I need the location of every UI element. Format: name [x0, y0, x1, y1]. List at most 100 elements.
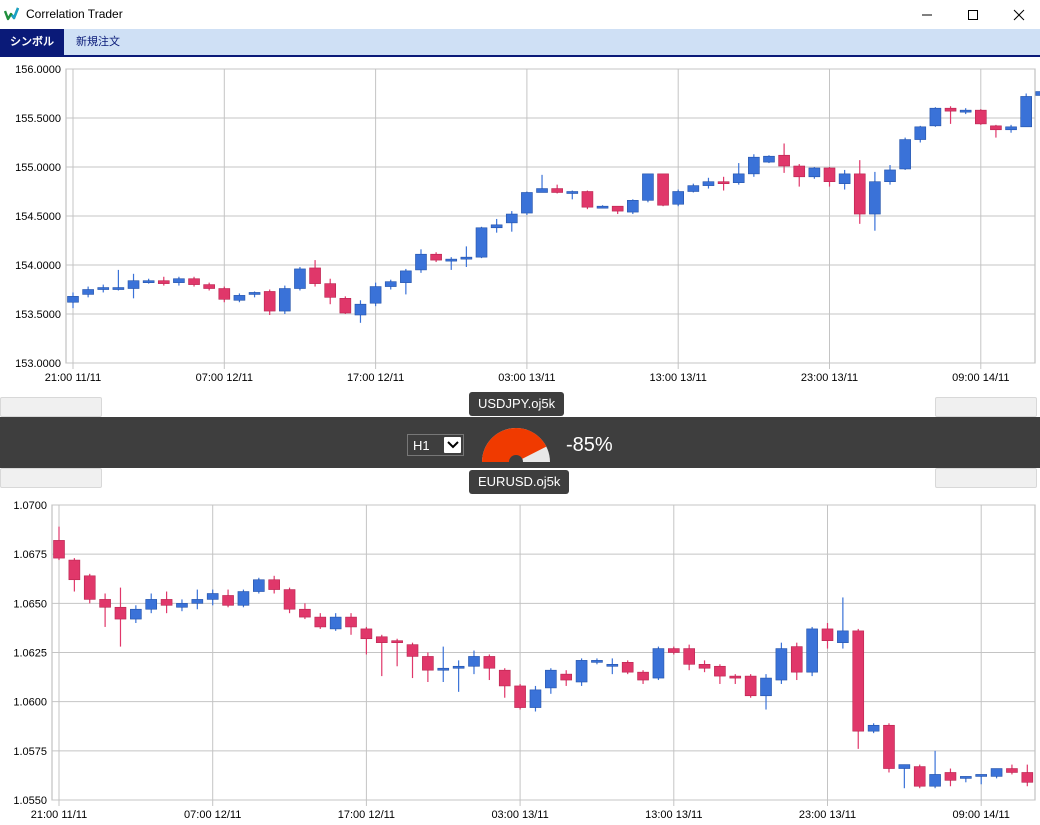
candle [657, 173, 669, 207]
candle [652, 646, 665, 681]
close-button[interactable] [996, 0, 1040, 29]
candle-body [299, 608, 311, 618]
candle-body [806, 628, 818, 673]
candle-body [729, 675, 742, 679]
candle [852, 628, 865, 749]
candle-body [627, 200, 639, 213]
eurusd-candlestick-chart[interactable]: 1.0550 1.0575 1.0600 1.0625 1.0650 1.0675 1.07… [0, 497, 1040, 825]
maximize-icon [968, 9, 978, 20]
x-tick-label: 03:00 13/11 [491, 809, 548, 821]
candle-body [475, 227, 488, 258]
tab-bar: シンボル 新規注文 [0, 29, 1040, 57]
candle-body [944, 772, 957, 781]
tab-symbol[interactable]: シンボル [0, 29, 64, 55]
candle-body [490, 224, 503, 229]
candle-body [869, 181, 881, 215]
candle-body [176, 603, 188, 608]
candle [748, 154, 760, 177]
candle-body [744, 675, 757, 697]
candle [475, 226, 488, 259]
title-bar: Correlation Trader [0, 0, 1040, 29]
candle-body [778, 154, 790, 167]
right-bottom-button[interactable] [935, 468, 1037, 488]
minimize-icon [922, 14, 932, 15]
candle [808, 167, 821, 179]
candle [83, 573, 96, 604]
candle-body [203, 284, 215, 289]
candle-body [142, 280, 155, 283]
x-tick-label: 17:00 12/11 [347, 372, 404, 384]
candle-body [483, 656, 496, 669]
candle-body [838, 173, 851, 184]
y-tick-label: 155.0000 [15, 162, 61, 174]
candle-body [637, 671, 649, 681]
candle-body [575, 660, 588, 683]
candle [642, 173, 654, 203]
candle [621, 660, 634, 675]
candle-body [929, 107, 942, 127]
candle-body [329, 616, 342, 630]
candle-body [606, 664, 619, 667]
usdjpy-candlestick-chart[interactable]: 153.0000 153.5000 154.0000 154.5000 155.0000… [0, 60, 1040, 390]
app-logo-icon [4, 7, 20, 21]
candle-body [793, 165, 806, 178]
candle-body [560, 673, 573, 681]
candle-body [391, 640, 403, 643]
minimize-button[interactable] [904, 0, 950, 29]
candle-body [1006, 768, 1018, 773]
candle-body [233, 295, 246, 301]
symbol-bottom-label[interactable]: EURUSD.oj5k [469, 470, 570, 494]
candle [279, 285, 291, 314]
x-tick-label: 03:00 13/11 [498, 372, 555, 384]
candle-body [566, 191, 579, 194]
candle-body [248, 292, 261, 295]
candle [763, 155, 775, 164]
candle-body [687, 185, 700, 192]
candle-body [375, 636, 388, 643]
x-tick-label: 09:00 14/11 [952, 372, 1009, 384]
candle [263, 289, 276, 315]
candle-body [929, 774, 941, 787]
correlation-value: -85% [566, 434, 613, 456]
symbol-top-label[interactable]: USDJPY.oj5k [469, 392, 565, 416]
candle-body [206, 593, 219, 600]
candle-body [157, 280, 170, 284]
chevron-down-icon [444, 437, 461, 453]
left-bottom-button[interactable] [0, 468, 102, 488]
candle-body [1035, 91, 1040, 96]
candle-body [821, 628, 834, 641]
candle-body [354, 303, 367, 316]
y-tick-label: 1.0650 [13, 598, 47, 610]
candle-body [114, 606, 127, 620]
y-tick-label: 1.0575 [13, 746, 47, 758]
candle [529, 685, 542, 712]
candle [514, 683, 526, 710]
candle-body [237, 591, 250, 606]
candle-body [406, 644, 419, 657]
close-icon [1013, 9, 1025, 20]
candle [339, 296, 352, 314]
candle-body [760, 677, 772, 697]
candle-body [717, 181, 730, 184]
maximize-button[interactable] [950, 0, 996, 29]
y-tick-label: 153.5000 [15, 309, 61, 321]
timeframe-select[interactable]: H1 [407, 434, 464, 456]
candle [1035, 91, 1040, 96]
x-tick-label: 13:00 13/11 [650, 372, 707, 384]
candle-body [127, 280, 140, 289]
candle-body [702, 181, 715, 186]
right-top-button[interactable] [935, 397, 1037, 417]
candle-body [314, 616, 327, 628]
candle-body [883, 724, 895, 769]
candle-body [369, 286, 382, 304]
candle-body [422, 656, 434, 671]
candle-body [160, 599, 173, 606]
candle-body [279, 288, 291, 312]
left-top-button[interactable] [0, 397, 102, 417]
candle [237, 589, 250, 608]
tab-new-order[interactable]: 新規注文 [66, 29, 130, 55]
candle-body [505, 213, 518, 224]
candle-body [452, 665, 465, 669]
candle-body [823, 167, 836, 183]
candle-body [545, 669, 557, 689]
